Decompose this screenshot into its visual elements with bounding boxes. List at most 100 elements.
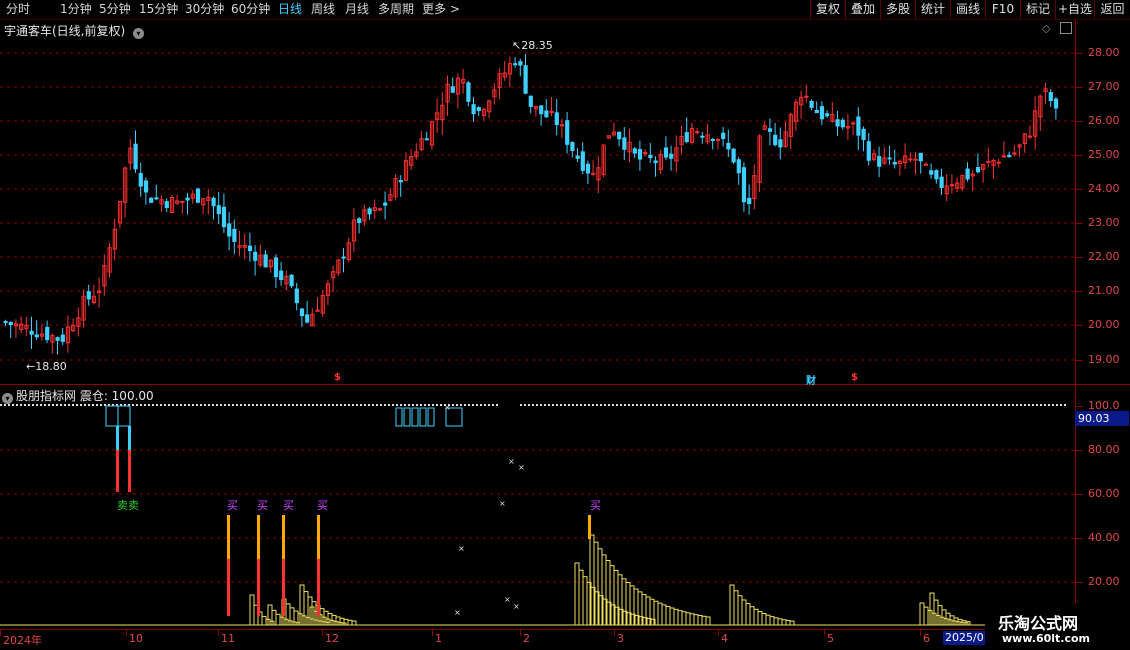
threshold-dot [280,404,282,406]
threshold-dot [436,404,438,406]
candle-body [918,152,923,162]
threshold-dot [528,404,530,406]
candle-body [965,168,970,180]
tab-5min[interactable]: 5分钟 [99,1,131,17]
threshold-dot [564,404,566,406]
dividend-marker[interactable]: $ [334,372,341,383]
buy-signal-label: 买 [227,499,238,512]
threshold-dot [56,404,58,406]
threshold-dot [656,404,658,406]
fuquan-button[interactable]: 复权 [810,0,845,19]
y-tick [1075,360,1083,361]
tab-daily[interactable]: 日线 [278,1,302,17]
add-watchlist-button[interactable]: +自选 [1055,0,1094,19]
threshold-dot [36,404,38,406]
threshold-dot [676,404,678,406]
tab-60min[interactable]: 60分钟 [231,1,270,17]
threshold-dot [708,404,710,406]
candle-body [294,288,299,304]
price-axis-label: 24.00 [1088,182,1120,195]
y-tick [1075,257,1083,258]
threshold-dot [200,404,202,406]
threshold-dot [660,404,662,406]
candle-body [814,109,819,114]
candle-body [253,251,258,261]
threshold-dot [688,404,690,406]
y-tick [1075,450,1083,451]
candle-body [29,330,34,335]
threshold-dot [816,404,818,406]
threshold-dot [32,404,34,406]
threshold-dot [980,404,982,406]
threshold-dot [908,404,910,406]
threshold-dot [188,404,190,406]
threshold-dot [132,404,134,406]
indicator-bar [769,616,775,626]
tab-15min[interactable]: 15分钟 [139,1,178,17]
tab-monthly[interactable]: 月线 [345,1,369,17]
indicator-bar [701,615,707,626]
tab-1min[interactable]: 1分钟 [60,1,92,17]
tab-fenshi[interactable]: 分时 [6,1,30,17]
indicator-bar [578,569,584,626]
candle-body [939,176,944,189]
threshold-dot [388,404,390,406]
hold-box [403,407,411,427]
threshold-dot [996,404,998,406]
chart-canvas[interactable]: ×××××××× [0,20,1075,630]
price-axis-label: 27.00 [1088,80,1120,93]
back-button[interactable]: 返回 [1094,0,1130,19]
threshold-dot [296,404,298,406]
threshold-dot [868,404,870,406]
threshold-dot [544,404,546,406]
tab-30min[interactable]: 30分钟 [185,1,224,17]
overlay-button[interactable]: 叠加 [845,0,880,19]
draw-line-button[interactable]: 画线 [950,0,985,19]
indicator-bar [733,590,739,626]
threshold-dot [608,404,610,406]
tab-more[interactable]: 更多 > [422,1,460,17]
threshold-dot [1040,404,1042,406]
threshold-dot [216,404,218,406]
candle-body [86,291,91,300]
x-tick [614,630,615,636]
candle-body [8,321,13,326]
threshold-dot [488,404,490,406]
threshold-dot [256,404,258,406]
buy-bar-red [227,559,230,616]
indicator-bar [681,611,687,626]
threshold-dot [900,404,902,406]
tab-multi-period[interactable]: 多周期 [378,1,414,17]
tab-weekly[interactable]: 周线 [311,1,335,17]
mark-button[interactable]: 标记 [1020,0,1055,19]
threshold-dot [1028,404,1030,406]
candle-body [273,257,279,278]
threshold-dot [584,404,586,406]
statistics-button[interactable]: 统计 [915,0,950,19]
threshold-dot [860,404,862,406]
threshold-dot [1044,404,1046,406]
threshold-dot [392,404,394,406]
candle-body [923,163,929,166]
threshold-dot [932,404,934,406]
buy-bar-orange [257,515,260,559]
price-axis-label: 23.00 [1088,216,1120,229]
indicator-bar [657,602,663,626]
finance-marker[interactable]: 财 [806,372,816,387]
indicator-bar [757,611,763,626]
threshold-dot [324,404,326,406]
buy-bar-orange [588,515,591,539]
candle-body [523,65,528,94]
y-tick [1075,189,1083,190]
f10-button[interactable]: F10 [985,0,1020,19]
threshold-dot [184,404,186,406]
multi-stock-button[interactable]: 多股 [880,0,915,19]
threshold-dot [876,404,878,406]
dividend-marker[interactable]: $ [851,372,858,383]
x-axis-label: 4 [721,632,728,645]
threshold-dot [988,404,990,406]
buy-bar-red [282,559,285,616]
threshold-dot [776,404,778,406]
threshold-dot [620,404,622,406]
indicator-bar [729,584,735,626]
